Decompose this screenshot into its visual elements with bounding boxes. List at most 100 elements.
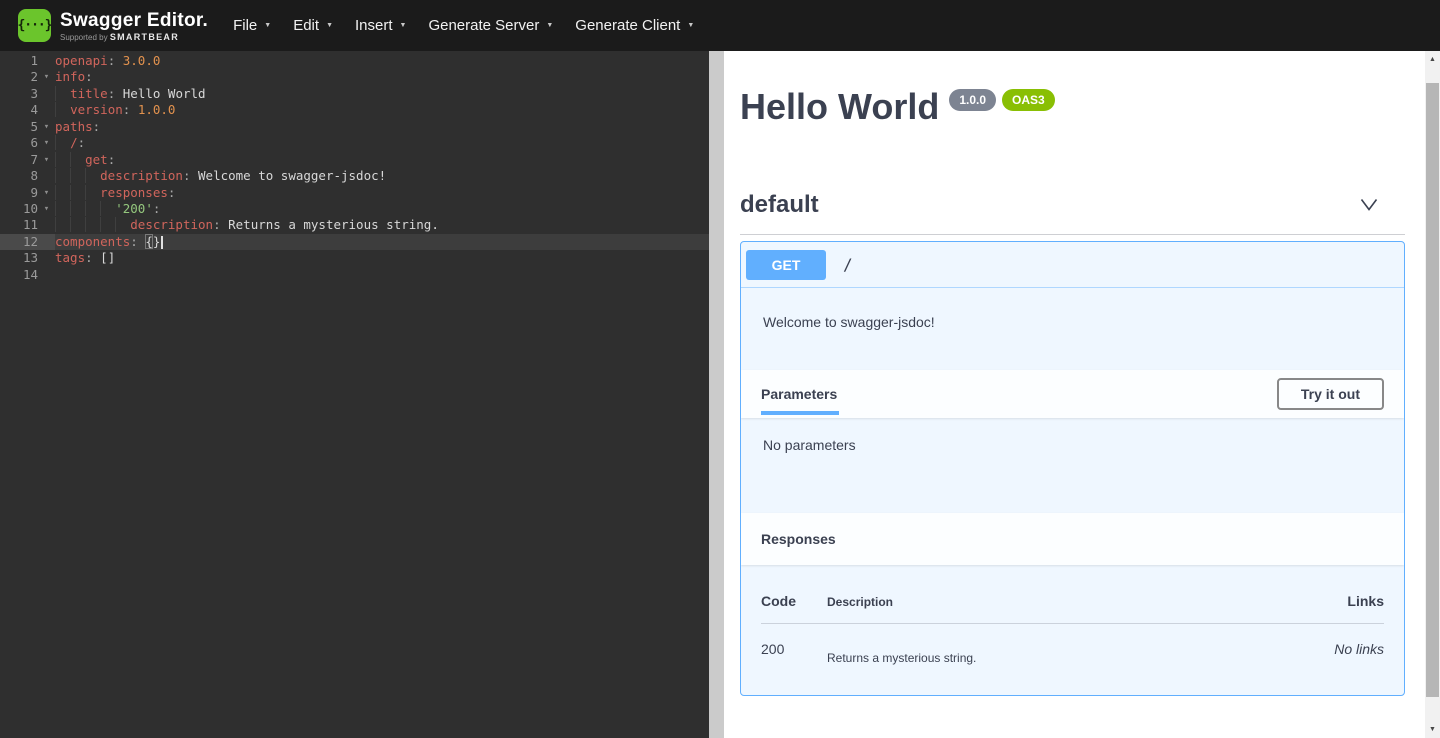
menu-label: File bbox=[233, 17, 257, 34]
brand-tagline: Supported by SMARTBEAR bbox=[60, 32, 208, 42]
response-description: Returns a mysterious string. bbox=[827, 641, 1334, 665]
yaml-editor[interactable]: 1openapi: 3.0.02▾info:3 title: Hello Wor… bbox=[0, 51, 709, 738]
gutter-cell: 2▾ bbox=[0, 69, 55, 85]
chevron-down-icon[interactable] bbox=[1360, 198, 1378, 212]
code-text[interactable]: responses: bbox=[55, 185, 175, 201]
swagger-logo-icon: {···} bbox=[18, 9, 51, 42]
vertical-scrollbar[interactable]: ▲ ▼ bbox=[1425, 51, 1440, 738]
parameters-tab[interactable]: Parameters bbox=[761, 386, 837, 402]
caret-down-icon: ▼ bbox=[687, 22, 694, 29]
menu-file[interactable]: File▼ bbox=[222, 0, 282, 51]
brand: Swagger Editor. Supported by SMARTBEAR bbox=[60, 10, 208, 42]
smartbear-logo-text: SMARTBEAR bbox=[110, 32, 179, 42]
line-number: 3 bbox=[0, 86, 38, 102]
code-text[interactable]: info: bbox=[55, 69, 93, 85]
caret-down-icon: ▼ bbox=[400, 22, 407, 29]
fold-arrow-icon[interactable]: ▾ bbox=[38, 135, 55, 151]
scrollbar-thumb[interactable] bbox=[1426, 83, 1439, 697]
parameters-header: Parameters Try it out bbox=[741, 370, 1404, 418]
menu-generate-client[interactable]: Generate Client ▼ bbox=[564, 0, 705, 51]
gutter-cell: 8 bbox=[0, 168, 55, 184]
editor-line-8[interactable]: 8 description: Welcome to swagger-jsdoc! bbox=[0, 168, 709, 184]
scroll-up-icon[interactable]: ▲ bbox=[1425, 51, 1440, 68]
operation-description: Welcome to swagger-jsdoc! bbox=[741, 288, 1404, 370]
code-text[interactable]: version: 1.0.0 bbox=[55, 102, 175, 118]
menu-insert[interactable]: Insert ▼ bbox=[344, 0, 417, 51]
editor-line-4[interactable]: 4 version: 1.0.0 bbox=[0, 102, 709, 118]
line-number: 9 bbox=[0, 185, 38, 201]
active-tab-underline bbox=[761, 411, 839, 415]
oas3-badge: OAS3 bbox=[1002, 89, 1055, 111]
menu-edit[interactable]: Edit▼ bbox=[282, 0, 344, 51]
code-text[interactable]: '200': bbox=[55, 201, 160, 217]
editor-line-11[interactable]: 11 description: Returns a mysterious str… bbox=[0, 217, 709, 233]
editor-line-12[interactable]: 12 components: {} bbox=[0, 234, 709, 250]
response-row: 200Returns a mysterious string.No links bbox=[761, 624, 1384, 665]
gutter-cell: 9▾ bbox=[0, 185, 55, 201]
column-links: Links bbox=[1347, 593, 1384, 609]
gutter-cell: 4 bbox=[0, 102, 55, 118]
code-text[interactable]: tags: [] bbox=[55, 250, 115, 266]
editor-line-5[interactable]: 5▾paths: bbox=[0, 119, 709, 135]
code-text[interactable]: description: Welcome to swagger-jsdoc! bbox=[55, 168, 386, 184]
code-text[interactable]: components: {} bbox=[55, 234, 163, 250]
editor-line-9[interactable]: 9▾ responses: bbox=[0, 185, 709, 201]
code-text[interactable]: description: Returns a mysterious string… bbox=[55, 217, 439, 233]
operation-path: / bbox=[843, 255, 853, 274]
badges: 1.0.0 OAS3 bbox=[949, 89, 1054, 111]
response-code: 200 bbox=[761, 641, 827, 657]
scroll-down-icon[interactable]: ▼ bbox=[1425, 721, 1440, 738]
fold-arrow-icon[interactable]: ▾ bbox=[38, 152, 55, 168]
version-badge: 1.0.0 bbox=[949, 89, 996, 111]
gutter-cell: 1 bbox=[0, 53, 55, 69]
menu-generate-server[interactable]: Generate Server ▼ bbox=[417, 0, 564, 51]
menu-label: Generate Server bbox=[428, 17, 539, 34]
editor-line-3[interactable]: 3 title: Hello World bbox=[0, 86, 709, 102]
responses-header: Responses bbox=[741, 513, 1404, 565]
caret-down-icon: ▼ bbox=[326, 22, 333, 29]
line-number: 6 bbox=[0, 135, 38, 151]
editor-line-10[interactable]: 10▾ '200': bbox=[0, 201, 709, 217]
editor-line-2[interactable]: 2▾info: bbox=[0, 69, 709, 85]
code-text[interactable]: /: bbox=[55, 135, 85, 151]
line-number: 4 bbox=[0, 102, 38, 118]
column-description: Description bbox=[827, 595, 1347, 609]
split-pane-divider[interactable] bbox=[709, 51, 724, 738]
api-info: Hello World 1.0.0 OAS3 bbox=[740, 51, 1405, 127]
try-it-out-button[interactable]: Try it out bbox=[1277, 378, 1384, 410]
fold-arrow-icon[interactable]: ▾ bbox=[38, 201, 55, 217]
tagline-prefix: Supported by bbox=[60, 33, 108, 42]
preview-pane: Hello World 1.0.0 OAS3 default GET / Wel… bbox=[724, 51, 1425, 738]
editor-line-13[interactable]: 13 tags: [] bbox=[0, 250, 709, 266]
code-text[interactable]: title: Hello World bbox=[55, 86, 206, 102]
editor-line-6[interactable]: 6▾ /: bbox=[0, 135, 709, 151]
opblock-summary[interactable]: GET / bbox=[741, 242, 1404, 288]
code-text[interactable]: get: bbox=[55, 152, 115, 168]
http-method-button[interactable]: GET bbox=[746, 250, 826, 280]
app-title: Swagger Editor. bbox=[60, 10, 208, 31]
code-text[interactable]: paths: bbox=[55, 119, 100, 135]
menu-label: Insert bbox=[355, 17, 393, 34]
gutter-cell: 7▾ bbox=[0, 152, 55, 168]
caret-down-icon: ▼ bbox=[546, 22, 553, 29]
editor-line-1[interactable]: 1 openapi: 3.0.0 bbox=[0, 53, 709, 69]
responses-title: Responses bbox=[761, 531, 836, 547]
editor-line-14[interactable]: 14 bbox=[0, 267, 709, 283]
responses-rows: 200Returns a mysterious string.No links bbox=[761, 624, 1384, 665]
line-number: 1 bbox=[0, 53, 38, 69]
fold-arrow-icon[interactable]: ▾ bbox=[38, 119, 55, 135]
menu-label: Generate Client bbox=[575, 17, 680, 34]
fold-arrow-icon[interactable]: ▾ bbox=[38, 69, 55, 85]
editor-line-7[interactable]: 7▾ get: bbox=[0, 152, 709, 168]
api-title: Hello World bbox=[740, 87, 939, 127]
line-number: 13 bbox=[0, 250, 38, 266]
line-number: 12 bbox=[0, 234, 38, 250]
tag-section-header[interactable]: default bbox=[740, 177, 1405, 235]
fold-arrow-icon[interactable]: ▾ bbox=[38, 185, 55, 201]
line-number: 7 bbox=[0, 152, 38, 168]
tag-name: default bbox=[740, 191, 819, 219]
code-text[interactable]: openapi: 3.0.0 bbox=[55, 53, 160, 69]
topbar: {···} Swagger Editor. Supported by SMART… bbox=[0, 0, 1440, 51]
menu-bar: File▼Edit▼Insert▼Generate Server▼Generat… bbox=[222, 0, 705, 51]
gutter-cell: 5▾ bbox=[0, 119, 55, 135]
